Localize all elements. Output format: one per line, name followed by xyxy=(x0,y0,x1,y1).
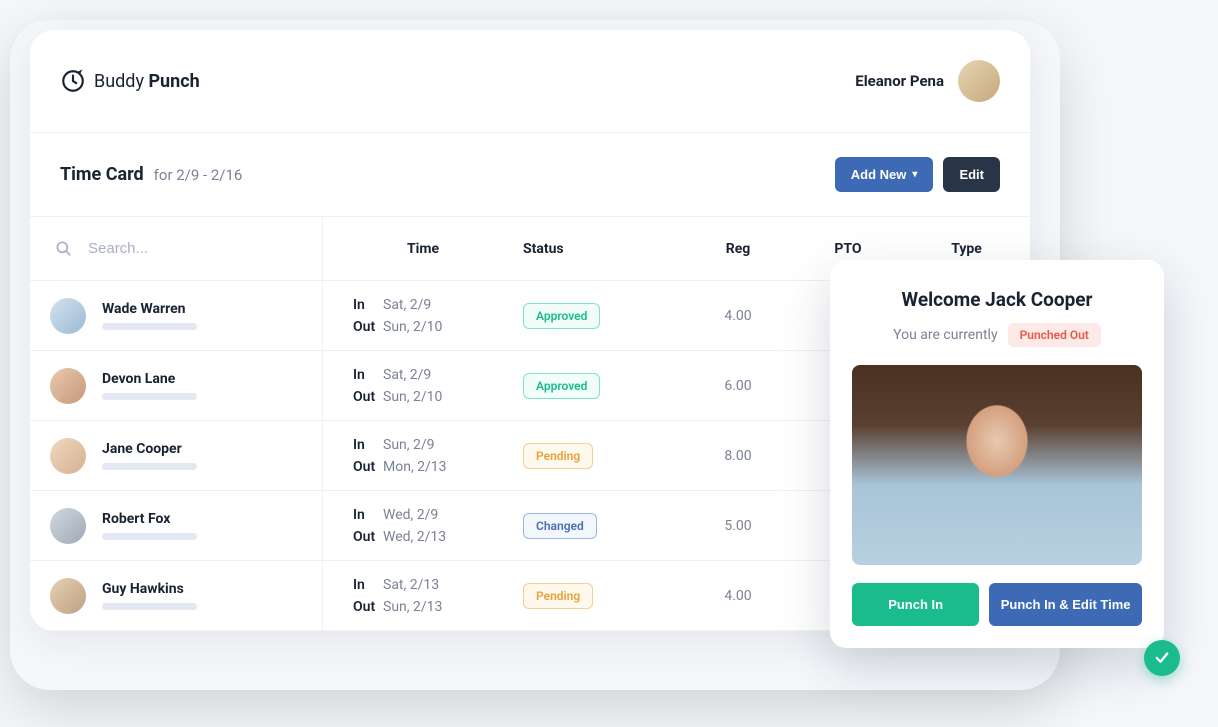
status-badge: Approved xyxy=(523,303,600,329)
progress-bar xyxy=(102,603,197,610)
reg-value: 4.00 xyxy=(683,308,793,324)
progress-bar xyxy=(102,323,197,330)
status-badge: Changed xyxy=(523,513,597,539)
search-input[interactable] xyxy=(88,240,248,257)
avatar xyxy=(50,508,86,544)
punch-in-edit-button[interactable]: Punch In & Edit Time xyxy=(989,583,1142,626)
check-icon xyxy=(1144,640,1180,676)
list-item[interactable]: Wade Warren xyxy=(30,281,322,351)
progress-bar xyxy=(102,463,197,470)
reg-value: 8.00 xyxy=(683,448,793,464)
user-photo xyxy=(852,365,1142,565)
logo-text: Buddy Punch xyxy=(94,71,200,92)
edit-button[interactable]: Edit xyxy=(943,157,1000,192)
progress-bar xyxy=(102,533,197,540)
status-badge: Pending xyxy=(523,443,593,469)
list-item[interactable]: Robert Fox xyxy=(30,491,322,561)
logo: Buddy Punch xyxy=(60,68,200,94)
page-title: Time Card xyxy=(60,164,144,185)
page-range: for 2/9 - 2/16 xyxy=(154,166,243,184)
col-pto: PTO xyxy=(793,241,903,257)
user-name: Eleanor Pena xyxy=(855,72,944,90)
welcome-card: Welcome Jack Cooper You are currently Pu… xyxy=(830,260,1164,648)
col-time: Time xyxy=(323,241,523,257)
title-bar: Time Card for 2/9 - 2/16 Add New ▾ Edit xyxy=(30,132,1030,217)
clock-icon xyxy=(60,68,86,94)
avatar xyxy=(50,578,86,614)
welcome-subtext: You are currently xyxy=(893,327,997,343)
status-badge: Pending xyxy=(523,583,593,609)
list-item[interactable]: Jane Cooper xyxy=(30,421,322,491)
punch-in-button[interactable]: Punch In xyxy=(852,583,979,626)
reg-value: 5.00 xyxy=(683,518,793,534)
col-reg: Reg xyxy=(683,241,793,257)
avatar[interactable] xyxy=(958,60,1000,102)
reg-value: 4.00 xyxy=(683,588,793,604)
user-menu[interactable]: Eleanor Pena xyxy=(855,60,1000,102)
people-sidebar: Wade Warren Devon Lane Jane Cooper xyxy=(30,217,323,631)
list-item[interactable]: Guy Hawkins xyxy=(30,561,322,631)
avatar xyxy=(50,368,86,404)
list-item[interactable]: Devon Lane xyxy=(30,351,322,421)
person-name: Devon Lane xyxy=(102,371,197,387)
avatar xyxy=(50,298,86,334)
progress-bar xyxy=(102,393,197,400)
person-name: Guy Hawkins xyxy=(102,581,197,597)
add-new-button[interactable]: Add New ▾ xyxy=(835,157,934,192)
chevron-down-icon: ▾ xyxy=(912,169,917,180)
search-icon xyxy=(54,239,74,259)
person-name: Wade Warren xyxy=(102,301,197,317)
avatar xyxy=(50,438,86,474)
col-type: Type xyxy=(903,241,1030,257)
app-header: Buddy Punch Eleanor Pena xyxy=(30,60,1030,132)
reg-value: 6.00 xyxy=(683,378,793,394)
col-status: Status xyxy=(523,241,683,257)
status-badge: Approved xyxy=(523,373,600,399)
person-name: Jane Cooper xyxy=(102,441,197,457)
welcome-title: Welcome Jack Cooper xyxy=(852,288,1142,311)
punch-status-badge: Punched Out xyxy=(1008,323,1101,347)
person-name: Robert Fox xyxy=(102,511,197,527)
